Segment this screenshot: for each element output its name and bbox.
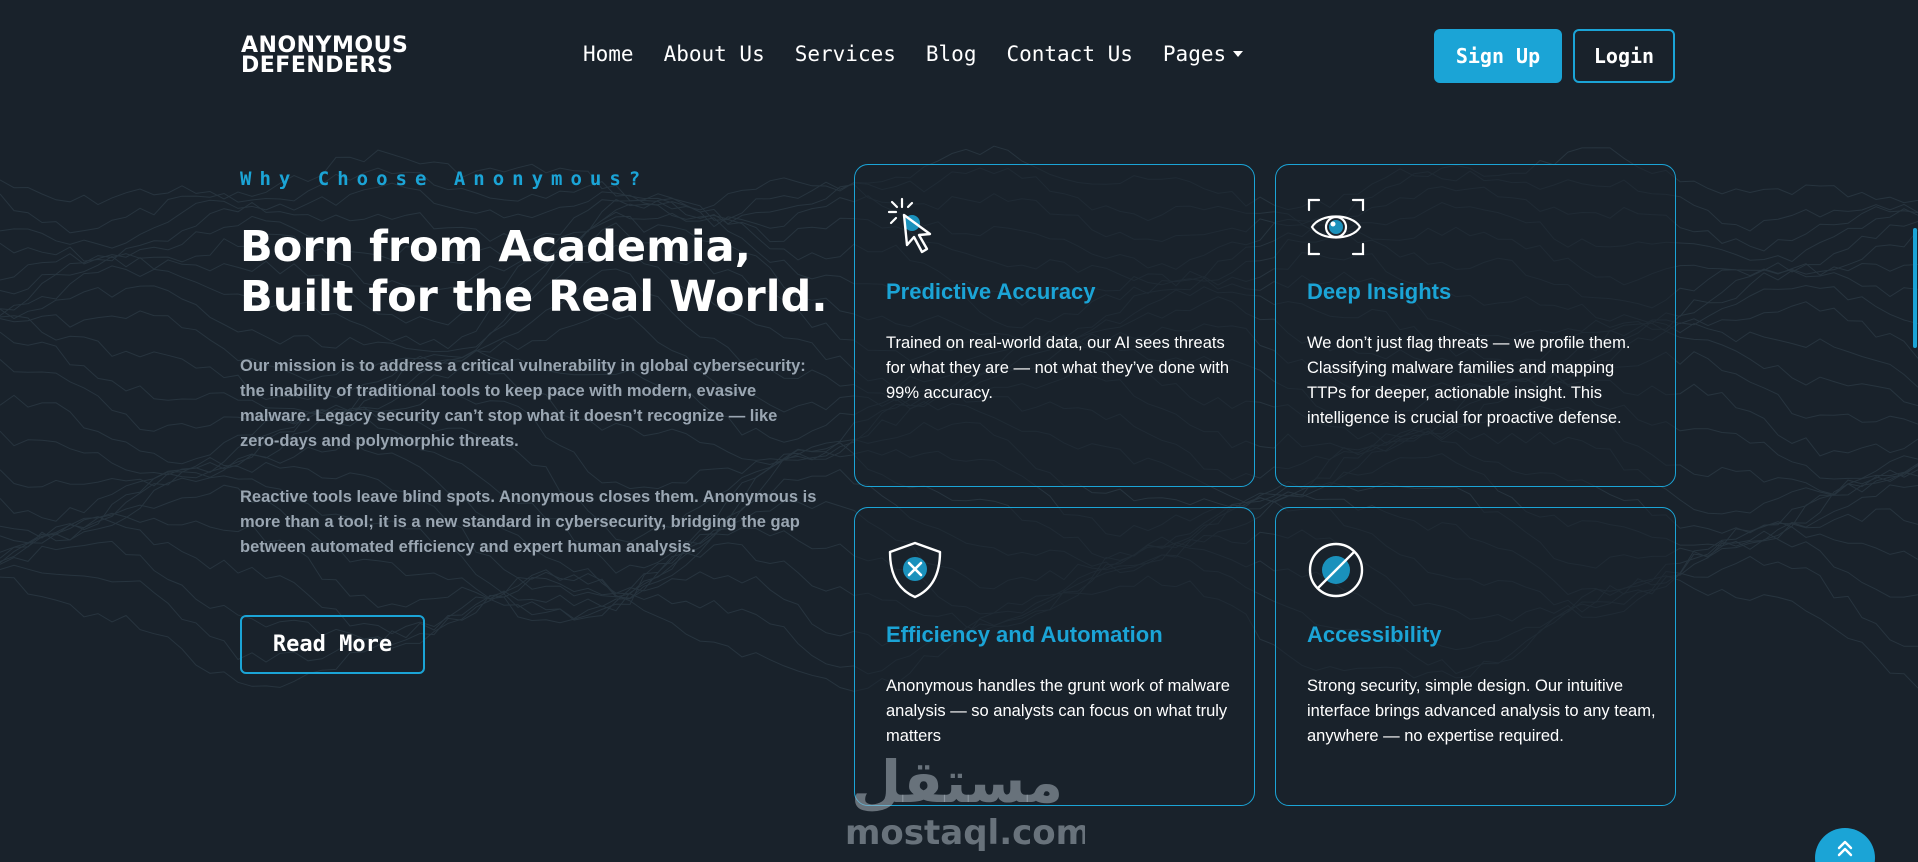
feature-title: Predictive Accuracy xyxy=(886,279,1096,304)
cursor-click-icon xyxy=(887,197,932,254)
section-eyebrow: Why Choose Anonymous? xyxy=(240,168,649,190)
watermark-latin: mostaql.com xyxy=(845,813,1085,852)
mission-paragraph: Our mission is to address a critical vul… xyxy=(240,357,806,450)
shield-x-icon xyxy=(888,541,942,599)
nav-home[interactable]: Home xyxy=(583,42,634,66)
mostaql-watermark: مستقل mostaql.com xyxy=(845,752,1085,852)
main-nav: Home About Us Services Blog Contact Us P… xyxy=(583,42,1273,66)
scrollbar-thumb[interactable] xyxy=(1913,228,1917,348)
nav-pages-label: Pages xyxy=(1162,42,1227,66)
blind-spots-paragraph: Reactive tools leave blind spots. Anonym… xyxy=(240,488,817,556)
caret-down-icon xyxy=(1233,51,1244,57)
feature-description: We don’t just flag threats — we profile … xyxy=(1307,334,1631,427)
feature-card-predictive-accuracy: Predictive Accuracy Trained on real-worl… xyxy=(854,164,1255,487)
signup-button[interactable]: Sign Up xyxy=(1434,29,1562,83)
nav-contact-us[interactable]: Contact Us xyxy=(1006,42,1132,66)
brand-logo-line2: DEFENDERS xyxy=(241,53,394,78)
no-entry-icon xyxy=(1308,542,1364,598)
nav-blog[interactable]: Blog xyxy=(926,42,977,66)
nav-about-us[interactable]: About Us xyxy=(664,42,765,66)
feature-title: Accessibility xyxy=(1307,622,1442,647)
feature-card-deep-insights: Deep Insights We don’t just flag threats… xyxy=(1275,164,1676,487)
read-more-button[interactable]: Read More xyxy=(240,615,425,674)
site-header: ANONYMOUS DEFENDERS Home About Us Servic… xyxy=(0,0,1918,112)
feature-description: Trained on real-world data, our AI sees … xyxy=(886,334,1230,402)
section-headline: Born from Academia, Built for the Real W… xyxy=(240,222,828,322)
nav-pages-dropdown[interactable]: Pages xyxy=(1162,42,1244,66)
login-button[interactable]: Login xyxy=(1573,29,1675,83)
feature-card-accessibility: Accessibility Strong security, simple de… xyxy=(1275,507,1676,806)
feature-description: Anonymous handles the grunt work of malw… xyxy=(886,677,1230,745)
feature-title: Efficiency and Automation xyxy=(886,622,1163,647)
double-chevron-up-icon xyxy=(1837,840,1853,857)
brand-logo[interactable]: ANONYMOUS DEFENDERS xyxy=(241,35,426,78)
eye-scan-icon xyxy=(1307,198,1365,256)
scroll-to-top-button[interactable] xyxy=(1815,828,1875,862)
nav-services[interactable]: Services xyxy=(795,42,896,66)
feature-title: Deep Insights xyxy=(1307,279,1452,304)
watermark-arabic: مستقل xyxy=(851,752,1063,816)
feature-description: Strong security, simple design. Our intu… xyxy=(1307,677,1656,745)
